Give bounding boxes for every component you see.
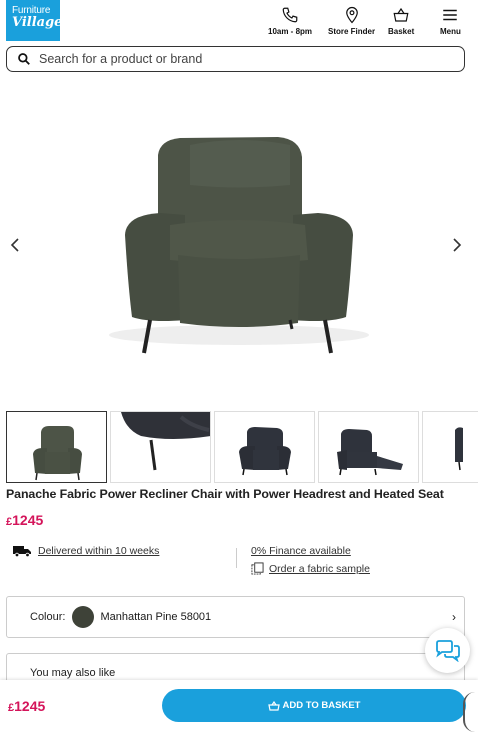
sticky-price: £1245	[8, 698, 45, 714]
thumbnail-chair-side-image	[455, 427, 463, 471]
chat-button[interactable]	[425, 628, 470, 673]
thumbnail-chair-front-image	[33, 426, 82, 481]
fabric-sample-row[interactable]: Order a fabric sample	[251, 562, 370, 575]
store-finder-link[interactable]: Store Finder	[328, 6, 375, 36]
menu-icon	[443, 9, 458, 21]
thumbnail-1[interactable]	[6, 411, 107, 483]
colour-label: Colour:	[30, 611, 66, 623]
menu-label: Menu	[440, 27, 461, 36]
sticky-basket-bar: £1245 ADD TO BASKET	[0, 680, 478, 733]
basket-label: Basket	[388, 27, 415, 36]
product-price: £1245	[6, 512, 43, 528]
thumbnail-strip	[6, 411, 478, 483]
search-icon	[18, 53, 30, 65]
thumbnail-5[interactable]	[422, 411, 478, 483]
thumbnail-chair-leg-detail-image	[121, 412, 210, 471]
search-input[interactable]	[39, 52, 419, 66]
delivery-link[interactable]: Delivered within 10 weeks	[38, 545, 159, 557]
chevron-right-icon: ›	[452, 610, 456, 624]
phone-icon	[282, 7, 298, 23]
carousel-next-button[interactable]	[449, 235, 465, 255]
delivery-info[interactable]: Delivered within 10 weeks	[12, 545, 159, 557]
chat-icon	[435, 639, 460, 662]
logo-line2: Village	[12, 15, 63, 30]
price-amount: 1245	[12, 512, 44, 528]
add-to-basket-button[interactable]: ADD TO BASKET	[162, 689, 466, 722]
basket-link[interactable]: Basket	[388, 6, 414, 36]
also-like-label: You may also like	[30, 667, 116, 679]
thumbnail-3[interactable]	[214, 411, 315, 483]
opening-hours-label: 10am - 8pm	[268, 27, 313, 36]
store-finder-label: Store Finder	[328, 27, 376, 36]
recliner-chair-image	[109, 137, 369, 354]
fabric-sample-icon	[251, 562, 264, 575]
thumbnail-4[interactable]	[318, 411, 419, 483]
search-bar[interactable]	[6, 46, 465, 72]
opening-hours-link[interactable]: 10am - 8pm	[268, 6, 312, 36]
fabric-sample-link[interactable]: Order a fabric sample	[269, 563, 370, 575]
finance-link[interactable]: 0% Finance available	[251, 545, 351, 557]
colour-value: Manhattan Pine 58001	[100, 611, 212, 623]
menu-button[interactable]: Menu	[440, 6, 461, 36]
product-hero-image[interactable]	[0, 95, 478, 395]
product-title: Panache Fabric Power Recliner Chair with…	[6, 487, 444, 501]
colour-swatch	[72, 606, 95, 628]
add-to-basket-label: ADD TO BASKET	[282, 700, 361, 711]
basket-icon	[267, 700, 280, 711]
thumbnail-chair-angle-image	[239, 427, 291, 476]
site-header: Furniture Village 10am - 8pm Store Finde…	[0, 0, 478, 42]
basket-icon	[393, 7, 409, 22]
info-divider	[236, 548, 237, 568]
chevron-right-icon	[453, 238, 462, 252]
thumbnail-2[interactable]	[110, 411, 211, 483]
furniture-village-logo[interactable]: Furniture Village	[6, 0, 63, 41]
side-tab-handle[interactable]	[463, 692, 477, 732]
map-pin-icon	[345, 6, 358, 24]
delivery-truck-icon	[13, 546, 31, 557]
thumbnail-chair-reclined-image	[337, 429, 403, 476]
colour-selector[interactable]: Colour: Manhattan Pine 58001 ›	[6, 596, 465, 638]
sticky-price-amount: 1245	[14, 698, 46, 714]
